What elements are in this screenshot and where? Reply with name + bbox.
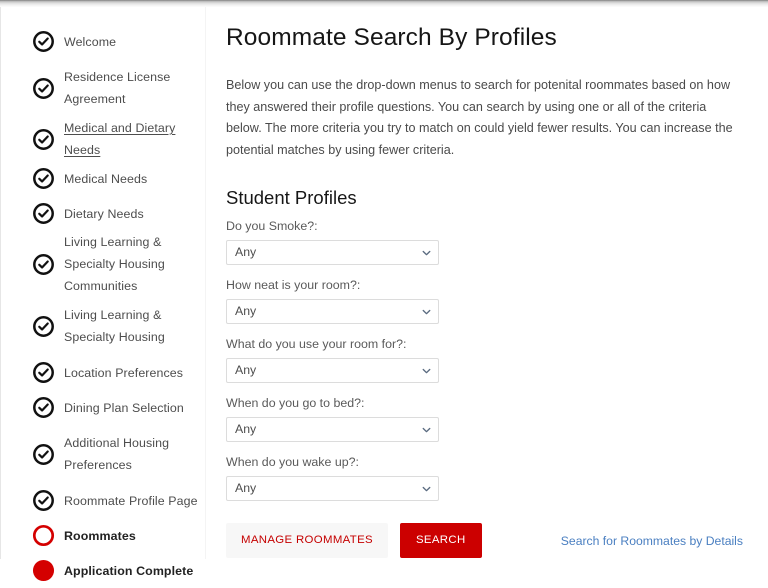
browser-chrome-shadow [0, 0, 768, 7]
check-circle-icon [33, 31, 54, 52]
check-circle-icon [33, 362, 54, 383]
sidebar-item-label: Medical and Dietary Needs [64, 121, 176, 157]
check-circle-icon [33, 490, 54, 511]
check-circle-icon [32, 30, 55, 53]
select-when-do-you-wake-up[interactable]: AnyBefore 7am7am - 9amAfter 9am [226, 476, 439, 501]
sidebar-item-label: Roommate Profile Page [64, 493, 198, 508]
intro-paragraph: Below you can use the drop-down menus to… [226, 78, 733, 157]
sidebar-item-living-learning-specialty-housing[interactable]: Living Learning & Specialty Housing [1, 297, 205, 355]
sidebar-item-label: Residence License Agreement [64, 70, 171, 106]
sidebar-item-residence-license-agreement[interactable]: Residence License Agreement [1, 59, 205, 117]
check-circle-icon [32, 396, 55, 419]
sidebar-item-label: Location Preferences [64, 365, 184, 380]
select-wrapper: AnySleep onlyStudySocializing [226, 358, 439, 383]
form-field: When do you wake up?: AnyBefore 7am7am - … [226, 454, 743, 501]
select-wrapper: AnyBefore 10pm10pm - MidnightAfter Midni… [226, 417, 439, 442]
sidebar-item-welcome[interactable]: Welcome [1, 24, 205, 59]
select-when-do-you-go-to-bed[interactable]: AnyBefore 10pm10pm - MidnightAfter Midni… [226, 417, 439, 442]
form-field: How neat is your room?: AnyVery neatAvera… [226, 277, 743, 324]
check-circle-icon [33, 128, 54, 150]
check-circle-icon [33, 397, 54, 418]
check-circle-icon [32, 77, 55, 100]
manage-roommates-button[interactable]: MANAGE ROOMMATES [226, 523, 388, 559]
page-title: Roommate Search By Profiles [226, 24, 557, 51]
check-circle-icon [32, 443, 55, 466]
field-label: Do you Smoke?: [226, 219, 318, 233]
check-circle-icon [32, 361, 55, 384]
form-field: Do you Smoke?: AnyYesNo [226, 218, 743, 265]
circle-outline-icon [32, 524, 55, 547]
sidebar-item-application-complete[interactable]: Application Complete [1, 553, 205, 588]
sidebar-item-additional-housing-preferences[interactable]: Additional Housing Preferences [1, 425, 205, 483]
section-title-student-profiles: Student Profiles [226, 187, 357, 208]
circle-filled-icon [32, 559, 55, 582]
check-circle-icon [33, 168, 54, 189]
check-circle-icon [33, 443, 54, 465]
sidebar-item-label: Dietary Needs [64, 206, 144, 221]
sidebar-item-location-preferences[interactable]: Location Preferences [1, 355, 205, 390]
form-field: When do you go to bed?: AnyBefore 10pm10p… [226, 395, 743, 442]
sidebar-item-label: Living Learning & Specialty Housing [64, 308, 165, 344]
sidebar-item-label: Dining Plan Selection [64, 400, 184, 415]
select-how-neat-is-your-room[interactable]: AnyVery neatAverageMessy [226, 299, 439, 324]
application-steps-sidebar: Welcome Residence License Agreement Medica… [0, 7, 206, 582]
field-label: How neat is your room?: [226, 278, 361, 292]
sidebar-item-label: Living Learning & Specialty Housing Comm… [64, 235, 165, 293]
sidebar-item-medical-and-dietary-needs[interactable]: Medical and Dietary Needs [1, 117, 205, 161]
circle-filled-icon [32, 559, 55, 582]
check-circle-icon [33, 77, 54, 99]
form-field: What do you use your room for?: AnySleep … [226, 336, 743, 383]
field-label: What do you use your room for?: [226, 337, 407, 351]
sidebar-item-label: Medical Needs [64, 171, 148, 186]
sidebar-item-living-learning-specialty-housing-communities[interactable]: Living Learning & Specialty Housing Comm… [1, 231, 205, 297]
field-label: When do you wake up?: [226, 455, 359, 469]
check-circle-icon [32, 202, 55, 225]
page-container: Welcome Residence License Agreement Medica… [0, 7, 768, 582]
select-what-do-you-use-your-room-for[interactable]: AnySleep onlyStudySocializing [226, 358, 439, 383]
check-circle-icon [32, 128, 55, 151]
main-content: Roommate Search By Profiles Below you ca… [206, 7, 768, 559]
check-circle-icon [32, 489, 55, 512]
check-circle-icon [33, 203, 54, 224]
sidebar-item-roommates[interactable]: Roommates [1, 518, 205, 553]
check-circle-icon [32, 167, 55, 190]
sidebar-item-medical-needs[interactable]: Medical Needs [1, 161, 205, 196]
sidebar-item-label: Roommates [64, 528, 136, 543]
field-label: When do you go to bed?: [226, 396, 365, 410]
check-circle-icon [33, 315, 54, 337]
sidebar-item-label: Additional Housing Preferences [64, 436, 170, 472]
profile-search-form: Do you Smoke?: AnyYesNo How neat is your r… [226, 218, 743, 501]
select-wrapper: AnyBefore 7am7am - 9amAfter 9am [226, 476, 439, 501]
search-by-details-link[interactable]: Search for Roommates by Details [561, 523, 743, 548]
check-circle-icon [33, 253, 54, 275]
select-wrapper: AnyVery neatAverageMessy [226, 299, 439, 324]
check-circle-icon [32, 253, 55, 276]
sidebar-item-roommate-profile-page[interactable]: Roommate Profile Page [1, 483, 205, 518]
select-do-you-smoke[interactable]: AnyYesNo [226, 240, 439, 265]
search-button[interactable]: SEARCH [399, 523, 482, 559]
select-wrapper: AnyYesNo [226, 240, 439, 265]
sidebar-item-dining-plan-selection[interactable]: Dining Plan Selection [1, 390, 205, 425]
circle-outline-icon [32, 524, 55, 547]
sidebar-item-dietary-needs[interactable]: Dietary Needs [1, 196, 205, 231]
check-circle-icon [32, 315, 55, 338]
form-actions: MANAGE ROOMMATES SEARCH Search for Roomm… [226, 523, 743, 559]
sidebar-item-label: Application Complete [64, 563, 194, 578]
sidebar-item-label: Welcome [64, 34, 117, 49]
